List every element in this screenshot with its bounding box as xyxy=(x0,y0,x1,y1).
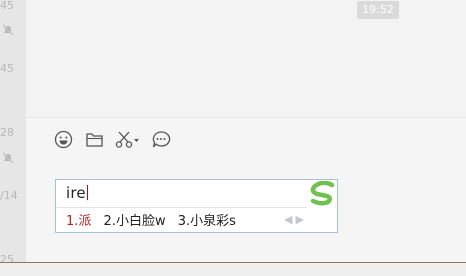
ime-candidate-list: 1.派 2.小白脸w 3.小泉彩s xyxy=(66,210,244,229)
ime-separator xyxy=(57,207,307,208)
conversation-time: /14 xyxy=(0,189,18,202)
text-caret xyxy=(86,185,88,200)
folder-icon xyxy=(86,133,103,147)
ime-candidate[interactable]: 1.派 xyxy=(66,214,91,229)
conversation-time: 45 xyxy=(0,0,14,12)
ime-next-page-icon[interactable]: ▶ xyxy=(296,214,304,226)
message-area: 19:52 xyxy=(26,0,466,117)
conversation-list[interactable]: 45 45 28 /14 25 xyxy=(0,0,26,266)
screenshot-button[interactable] xyxy=(115,130,141,150)
message-timestamp: 19:52 xyxy=(357,1,399,19)
conversation-time: 45 xyxy=(0,62,14,75)
scissors-icon xyxy=(115,131,139,148)
ime-composition: ire xyxy=(66,184,88,202)
send-file-button[interactable] xyxy=(85,130,104,150)
ime-prev-page-icon[interactable]: ◀ xyxy=(284,214,292,226)
ime-candidate-window: ire 1.派 2.小白脸w 3.小泉彩s ◀ ▶ xyxy=(55,179,338,233)
sogou-logo-icon xyxy=(310,181,335,206)
mute-bell-icon xyxy=(2,24,14,36)
chat-history-button[interactable] xyxy=(151,130,171,150)
ime-candidate[interactable]: 2.小白脸w xyxy=(104,214,166,229)
emoji-icon xyxy=(54,130,73,149)
mute-bell-icon xyxy=(2,152,14,164)
conversation-time: 28 xyxy=(0,126,14,139)
chat-history-icon xyxy=(152,131,171,148)
ime-composition-text: ire xyxy=(66,184,86,202)
bottom-bar xyxy=(0,263,466,276)
ime-candidate[interactable]: 3.小泉彩s xyxy=(178,214,236,229)
emoji-button[interactable] xyxy=(54,130,73,150)
ime-page-nav[interactable]: ◀ ▶ xyxy=(284,213,304,226)
